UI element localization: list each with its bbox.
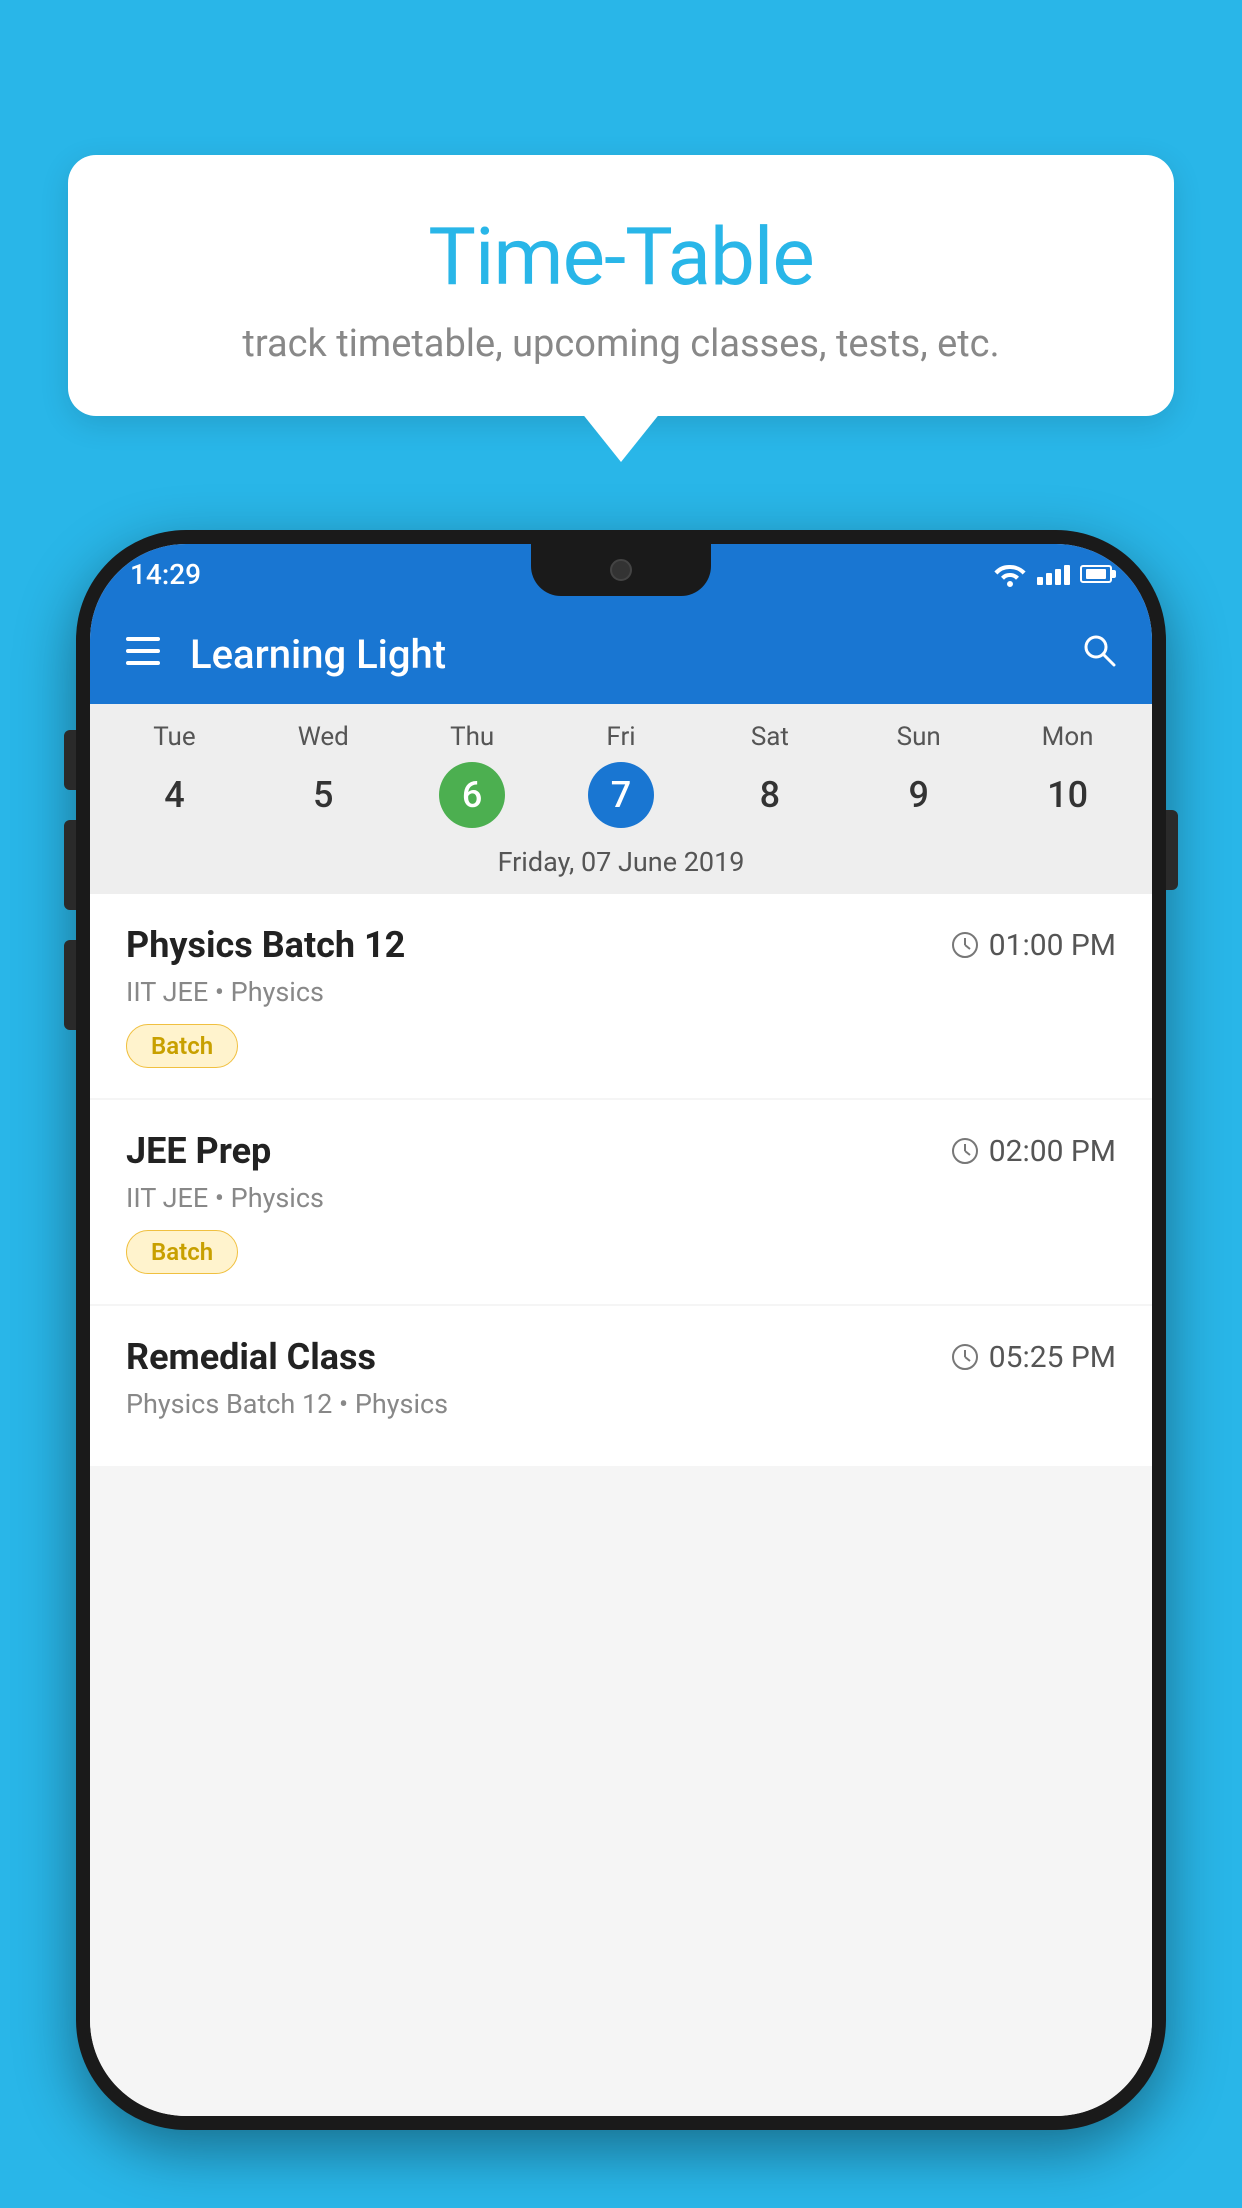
phone-mockup: 14:29 bbox=[76, 530, 1166, 2208]
volume-down-button bbox=[64, 940, 76, 1030]
day-number[interactable]: 7 bbox=[588, 762, 654, 828]
class-item-header: Physics Batch 12 01:00 PM bbox=[126, 924, 1116, 966]
status-icons bbox=[993, 561, 1112, 587]
class-item-header: JEE Prep 02:00 PM bbox=[126, 1130, 1116, 1172]
search-icon[interactable] bbox=[1080, 631, 1116, 677]
phone-notch bbox=[531, 544, 711, 596]
wifi-icon bbox=[993, 561, 1027, 587]
day-col[interactable]: Thu 6 bbox=[398, 722, 547, 828]
day-name: Mon bbox=[1042, 722, 1094, 752]
clock-icon bbox=[951, 1343, 979, 1371]
class-time-text: 02:00 PM bbox=[989, 1134, 1116, 1169]
day-number[interactable]: 4 bbox=[141, 762, 207, 828]
tooltip-card: Time-Table track timetable, upcoming cla… bbox=[68, 155, 1174, 416]
power-button bbox=[1166, 810, 1178, 890]
class-item[interactable]: JEE Prep 02:00 PM IIT JEE • Physics Batch bbox=[90, 1100, 1152, 1304]
day-col[interactable]: Mon 10 bbox=[993, 722, 1142, 828]
class-time-text: 01:00 PM bbox=[989, 928, 1116, 963]
day-name: Fri bbox=[606, 722, 635, 752]
class-time-text: 05:25 PM bbox=[989, 1340, 1116, 1375]
class-name: Physics Batch 12 bbox=[126, 924, 405, 966]
tooltip-title: Time-Table bbox=[128, 210, 1114, 304]
batch-badge: Batch bbox=[126, 1024, 238, 1068]
phone-screen: 14:29 bbox=[90, 544, 1152, 2116]
day-name: Sun bbox=[897, 722, 941, 752]
signal-icon bbox=[1037, 563, 1070, 585]
class-time: 02:00 PM bbox=[951, 1134, 1116, 1169]
front-camera bbox=[610, 559, 632, 581]
day-number[interactable]: 9 bbox=[886, 762, 952, 828]
day-number[interactable]: 8 bbox=[737, 762, 803, 828]
selected-date-label: Friday, 07 June 2019 bbox=[90, 832, 1152, 894]
batch-badge: Batch bbox=[126, 1230, 238, 1274]
battery-icon bbox=[1080, 565, 1112, 583]
day-name: Sat bbox=[751, 722, 789, 752]
class-item[interactable]: Remedial Class 05:25 PM Physics Batch 12 •… bbox=[90, 1306, 1152, 1466]
calendar-strip: Tue 4 Wed 5 Thu 6 Fri 7 Sat 8 Sun 9 Mon 10 Friday, 07… bbox=[90, 704, 1152, 894]
class-item[interactable]: Physics Batch 12 01:00 PM IIT JEE • Physic… bbox=[90, 894, 1152, 1098]
day-col[interactable]: Sat 8 bbox=[695, 722, 844, 828]
day-name: Wed bbox=[298, 722, 349, 752]
day-col[interactable]: Wed 5 bbox=[249, 722, 398, 828]
day-name: Thu bbox=[450, 722, 494, 752]
menu-icon[interactable] bbox=[126, 634, 160, 674]
class-time: 01:00 PM bbox=[951, 928, 1116, 963]
tooltip-subtitle: track timetable, upcoming classes, tests… bbox=[128, 322, 1114, 366]
clock-icon bbox=[951, 931, 979, 959]
day-col[interactable]: Tue 4 bbox=[100, 722, 249, 828]
clock-icon bbox=[951, 1137, 979, 1165]
volume-up-button bbox=[64, 820, 76, 910]
class-item-header: Remedial Class 05:25 PM bbox=[126, 1336, 1116, 1378]
phone-outer: 14:29 bbox=[76, 530, 1166, 2130]
day-number[interactable]: 10 bbox=[1035, 762, 1101, 828]
class-meta: IIT JEE • Physics bbox=[126, 976, 1116, 1008]
class-meta: Physics Batch 12 • Physics bbox=[126, 1388, 1116, 1420]
class-list: Physics Batch 12 01:00 PM IIT JEE • Physic… bbox=[90, 894, 1152, 2116]
day-name: Tue bbox=[153, 722, 195, 752]
day-col[interactable]: Sun 9 bbox=[844, 722, 993, 828]
class-name: Remedial Class bbox=[126, 1336, 376, 1378]
app-bar-title: Learning Light bbox=[190, 631, 1080, 678]
mute-button bbox=[64, 730, 76, 790]
class-time: 05:25 PM bbox=[951, 1340, 1116, 1375]
day-number[interactable]: 6 bbox=[439, 762, 505, 828]
app-bar: Learning Light bbox=[90, 604, 1152, 704]
day-col[interactable]: Fri 7 bbox=[547, 722, 696, 828]
class-name: JEE Prep bbox=[126, 1130, 271, 1172]
class-meta: IIT JEE • Physics bbox=[126, 1182, 1116, 1214]
day-number[interactable]: 5 bbox=[290, 762, 356, 828]
days-row: Tue 4 Wed 5 Thu 6 Fri 7 Sat 8 Sun 9 Mon 10 bbox=[90, 704, 1152, 832]
status-time: 14:29 bbox=[130, 558, 201, 591]
